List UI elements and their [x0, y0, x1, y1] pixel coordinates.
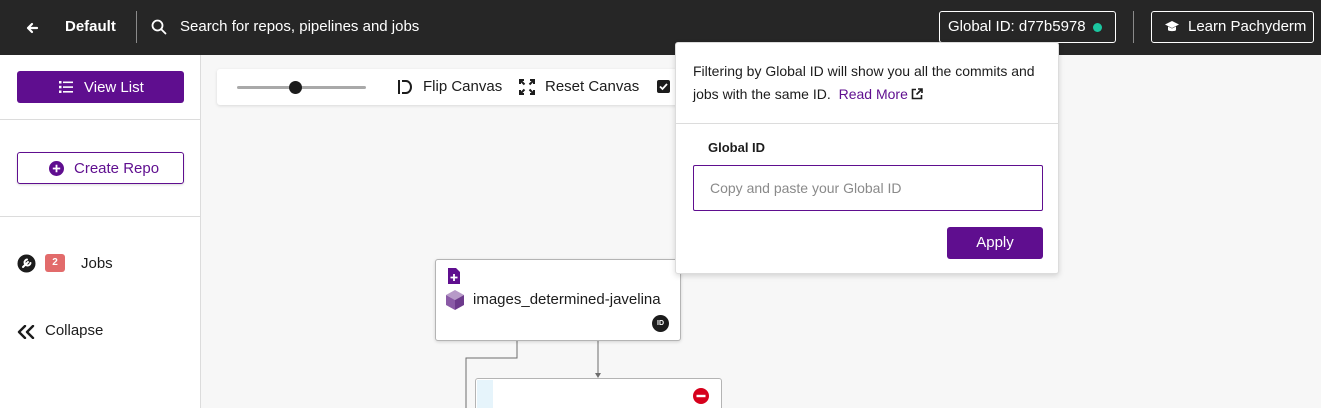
canvas-toolbar: Flip Canvas Reset Canvas	[217, 69, 687, 105]
zoom-slider-handle[interactable]	[288, 81, 302, 94]
popover-description-block: Filtering by Global ID will show you all…	[693, 60, 1053, 106]
flip-canvas-button[interactable]: Flip Canvas	[423, 78, 502, 95]
jobs-label: Jobs	[81, 255, 113, 272]
project-name[interactable]: Default	[65, 18, 116, 35]
repo-cube-icon	[446, 290, 464, 310]
jobs-count-badge: 2	[45, 254, 65, 272]
jobs-icon	[17, 254, 36, 273]
learn-pachyderm-label: Learn Pachyderm	[1188, 18, 1307, 35]
global-id-field[interactable]	[693, 165, 1043, 211]
sidebar-divider	[0, 216, 201, 217]
top-bar: Default Search for repos, pipelines and …	[0, 0, 1321, 55]
read-more-link[interactable]: Read More	[839, 86, 923, 102]
global-id-button[interactable]: Global ID: d77b5978	[939, 11, 1116, 43]
reset-canvas-button[interactable]: Reset Canvas	[545, 78, 639, 95]
topbar-divider	[136, 11, 137, 43]
dag-node-pipeline[interactable]	[475, 378, 722, 408]
checkbox[interactable]	[657, 80, 670, 93]
expand-icon[interactable]	[519, 79, 535, 95]
create-repo-button[interactable]: Create Repo	[17, 152, 184, 184]
sidebar-item-jobs[interactable]: 2 Jobs	[17, 253, 187, 275]
collapse-sidebar-button[interactable]: Collapse	[17, 321, 187, 343]
popover-divider	[676, 123, 1058, 124]
back-button[interactable]	[20, 16, 44, 40]
node-label: images_determined-javelina	[473, 291, 661, 308]
sidebar-divider	[0, 119, 201, 120]
global-id-popover: Filtering by Global ID will show you all…	[675, 42, 1059, 274]
global-id-field-label: Global ID	[708, 140, 766, 155]
view-list-button[interactable]: View List	[17, 71, 184, 103]
view-list-label: View List	[84, 79, 144, 96]
search-icon[interactable]	[151, 19, 167, 35]
global-id-label: Global ID: d77b5978	[948, 18, 1086, 35]
add-file-icon[interactable]	[447, 268, 461, 284]
plus-circle-icon	[49, 161, 64, 176]
dag-node-repo[interactable]: images_determined-javelina ID	[435, 259, 681, 341]
check-icon	[659, 83, 668, 91]
status-dot-icon	[1093, 23, 1102, 32]
node-id-badge: ID	[652, 315, 669, 332]
learn-pachyderm-button[interactable]: Learn Pachyderm	[1151, 11, 1314, 43]
graduation-cap-icon	[1165, 21, 1179, 32]
error-icon	[693, 388, 709, 404]
node-shade	[477, 380, 493, 408]
double-chevron-left-icon	[17, 325, 35, 339]
sidebar: View List Create Repo 2 Jobs Collapse	[0, 55, 201, 408]
external-link-icon	[911, 88, 923, 100]
arrow-left-icon	[26, 22, 39, 34]
read-more-label: Read More	[838, 86, 908, 102]
topbar-divider	[1133, 11, 1134, 43]
collapse-label: Collapse	[45, 322, 104, 339]
flip-canvas-icon[interactable]	[397, 79, 413, 95]
search-input[interactable]: Search for repos, pipelines and jobs	[180, 18, 419, 35]
create-repo-label: Create Repo	[74, 160, 160, 177]
list-icon	[59, 81, 73, 93]
apply-button[interactable]: Apply	[947, 227, 1043, 259]
